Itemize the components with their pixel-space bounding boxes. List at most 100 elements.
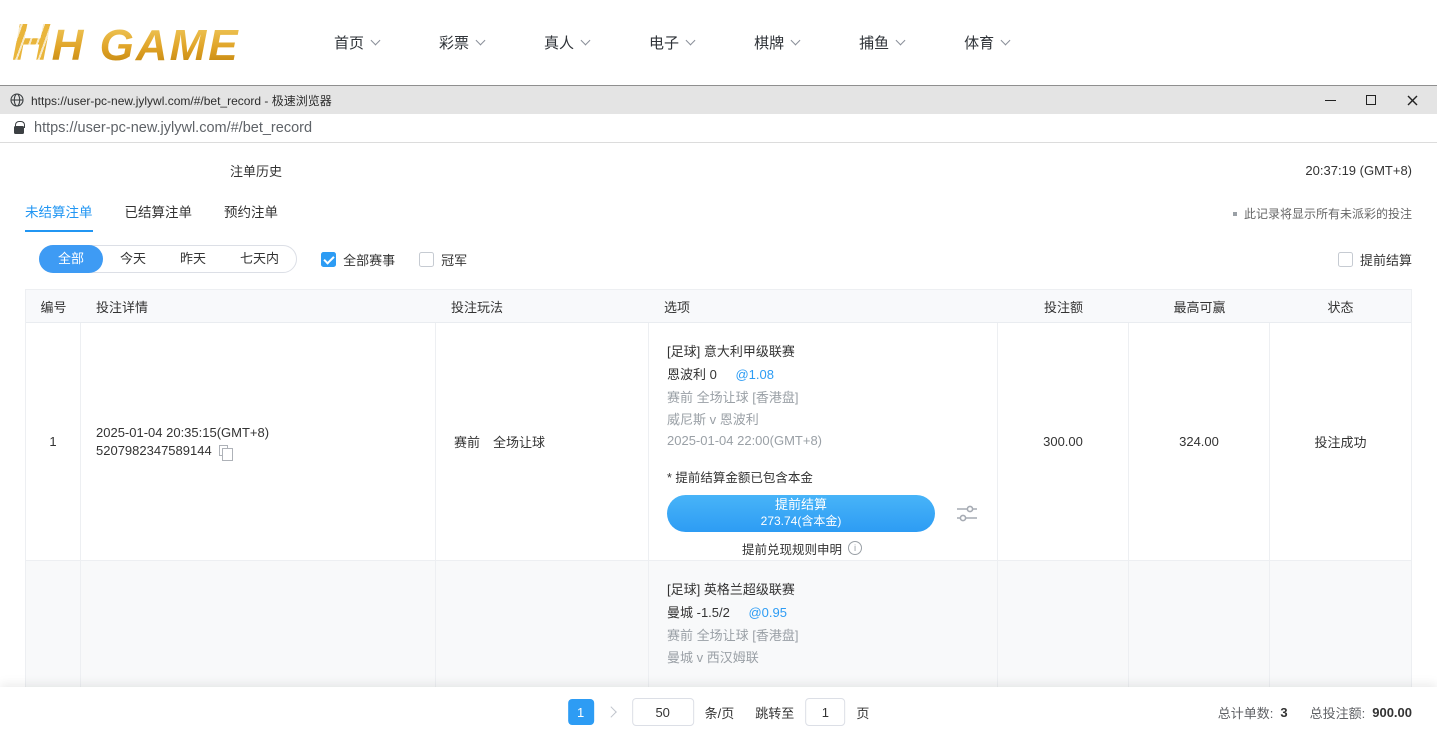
pick-row: 曼城 -1.5/2 @0.95 xyxy=(667,602,979,624)
nav-label: 电子 xyxy=(649,32,679,53)
next-page-icon[interactable] xyxy=(605,706,616,717)
nav-item-fishing[interactable]: 捕鱼 xyxy=(859,32,904,53)
url-text: https://user-pc-new.jylywl.com/#/bet_rec… xyxy=(34,120,312,136)
globe-icon xyxy=(10,93,24,107)
window-controls xyxy=(1323,93,1419,107)
date-filter-7days[interactable]: 七天内 xyxy=(223,246,296,272)
col-header-options: 选项 xyxy=(649,297,998,316)
total-amount-label: 总投注额: xyxy=(1310,703,1366,722)
cashout-note: * 提前结算金额已包含本金 xyxy=(667,467,979,486)
pagination-bar: 1 条/页 跳转至 页 总计单数: 3 总投注额: 900.00 xyxy=(0,687,1437,737)
per-page-label: 条/页 xyxy=(705,703,735,722)
info-icon[interactable] xyxy=(848,541,862,555)
col-header-status: 状态 xyxy=(1270,297,1411,316)
chevron-down-icon xyxy=(371,35,381,45)
cell-amount: 300.00 xyxy=(998,323,1129,561)
tab-reserved[interactable]: 预约注单 xyxy=(224,201,278,232)
bet-time: 2025-01-04 20:35:15(GMT+8) xyxy=(96,425,435,440)
tab-settled[interactable]: 已结算注单 xyxy=(125,201,193,232)
cashout-button-label: 提前结算 xyxy=(775,497,827,514)
chevron-down-icon xyxy=(581,35,591,45)
nav-label: 捕鱼 xyxy=(859,32,889,53)
total-amount-value: 900.00 xyxy=(1372,705,1412,720)
browser-titlebar: https://user-pc-new.jylywl.com/#/bet_rec… xyxy=(0,85,1437,114)
page-size-input[interactable] xyxy=(632,698,694,726)
jump-label: 跳转至 xyxy=(755,703,794,722)
play-type: 全场让球 xyxy=(493,432,545,451)
filter-early-settle-label: 提前结算 xyxy=(1360,250,1412,269)
pick-name: 曼城 -1.5/2 xyxy=(667,605,730,620)
bet-table: 编号 投注详情 投注玩法 选项 投注额 最高可赢 状态 1 2025-01-04… xyxy=(25,289,1412,737)
cell-no: 1 xyxy=(26,323,81,561)
sliders-icon[interactable] xyxy=(955,503,979,524)
cashout-button[interactable]: 提前结算 273.74(含本金) xyxy=(667,495,935,532)
cell-bet-details: 2025-01-04 20:35:15(GMT+8) 5207982347589… xyxy=(81,323,436,561)
play-stage: 赛前 xyxy=(454,432,480,451)
match-teams: 曼城 v 西汉姆联 xyxy=(667,647,979,669)
date-filter: 全部 今天 昨天 七天内 xyxy=(39,245,297,273)
current-time: 20:37:19 (GMT+8) xyxy=(1305,163,1412,178)
nav-label: 真人 xyxy=(544,32,574,53)
checkbox-checked-icon xyxy=(321,252,336,267)
checkbox-icon xyxy=(419,252,434,267)
table-header: 编号 投注详情 投注玩法 选项 投注额 最高可赢 状态 xyxy=(26,290,1411,323)
logo-text: H GAME xyxy=(52,21,240,71)
match-teams: 威尼斯 v 恩波利 xyxy=(667,409,979,431)
total-count-value: 3 xyxy=(1280,705,1287,720)
filter-champion-label: 冠军 xyxy=(441,250,467,269)
page-1-button[interactable]: 1 xyxy=(568,699,594,725)
date-filter-yesterday[interactable]: 昨天 xyxy=(163,246,223,272)
nav-item-live[interactable]: 真人 xyxy=(544,32,589,53)
filter-champion[interactable]: 冠军 xyxy=(419,250,467,269)
league-name: [足球] 意大利甲级联赛 xyxy=(667,341,979,363)
col-header-amount: 投注额 xyxy=(998,297,1129,316)
filter-early-settle[interactable]: 提前结算 xyxy=(1338,250,1412,269)
logo[interactable]: H H GAME xyxy=(12,13,282,73)
table-row: 1 2025-01-04 20:35:15(GMT+8) 52079823475… xyxy=(26,323,1411,561)
chevron-down-icon xyxy=(896,35,906,45)
close-button[interactable] xyxy=(1405,93,1419,107)
nav-item-board-games[interactable]: 棋牌 xyxy=(754,32,799,53)
filter-bar: 全部 今天 昨天 七天内 全部赛事 冠军 提前结算 xyxy=(25,245,1412,273)
note-text: 此记录将显示所有未派彩的投注 xyxy=(1244,205,1412,222)
nav-item-lottery[interactable]: 彩票 xyxy=(439,32,484,53)
chevron-down-icon xyxy=(476,35,486,45)
total-count-label: 总计单数: xyxy=(1218,703,1274,722)
nav-label: 首页 xyxy=(334,32,364,53)
record-note: 此记录将显示所有未派彩的投注 xyxy=(1233,205,1412,228)
filter-all-events[interactable]: 全部赛事 xyxy=(321,250,395,269)
date-filter-today[interactable]: 今天 xyxy=(103,246,163,272)
minimize-icon xyxy=(1325,100,1336,101)
copy-icon[interactable] xyxy=(219,445,228,456)
logo-mark: H xyxy=(12,13,52,73)
address-bar[interactable]: https://user-pc-new.jylywl.com/#/bet_rec… xyxy=(0,114,1437,143)
checkbox-icon xyxy=(1338,252,1353,267)
col-header-no: 编号 xyxy=(26,297,81,316)
nav-item-sports[interactable]: 体育 xyxy=(964,32,1009,53)
league-name: [足球] 英格兰超级联赛 xyxy=(667,579,979,601)
nav-label: 彩票 xyxy=(439,32,469,53)
nav-item-slots[interactable]: 电子 xyxy=(649,32,694,53)
cashout-row: 提前结算 273.74(含本金) xyxy=(667,495,979,532)
odds-value: @0.95 xyxy=(748,605,787,620)
page-title: 注单历史 xyxy=(230,161,282,180)
chevron-down-icon xyxy=(791,35,801,45)
page-unit-label: 页 xyxy=(856,703,869,722)
cell-status: 投注成功 xyxy=(1270,323,1411,561)
date-filter-all[interactable]: 全部 xyxy=(39,245,103,273)
cell-options: [足球] 意大利甲级联赛 恩波利 0 @1.08 赛前 全场让球 [香港盘] 威… xyxy=(649,323,998,561)
maximize-button[interactable] xyxy=(1364,93,1378,107)
minimize-button[interactable] xyxy=(1323,93,1337,107)
nav-item-home[interactable]: 首页 xyxy=(334,32,379,53)
chevron-down-icon xyxy=(1001,35,1011,45)
cell-maxwin: 324.00 xyxy=(1129,323,1270,561)
note-bullet-icon xyxy=(1233,212,1237,216)
totals: 总计单数: 3 总投注额: 900.00 xyxy=(1218,703,1412,722)
market-info: 赛前 全场让球 [香港盘] xyxy=(667,625,979,647)
match-time: 2025-01-04 22:00(GMT+8) xyxy=(667,430,979,452)
nav-label: 棋牌 xyxy=(754,32,784,53)
nav-label: 体育 xyxy=(964,32,994,53)
cashout-rule-link[interactable]: 提前兑现规则申明 xyxy=(667,539,937,558)
jump-page-input[interactable] xyxy=(805,698,845,726)
tab-unsettled[interactable]: 未结算注单 xyxy=(25,201,93,232)
